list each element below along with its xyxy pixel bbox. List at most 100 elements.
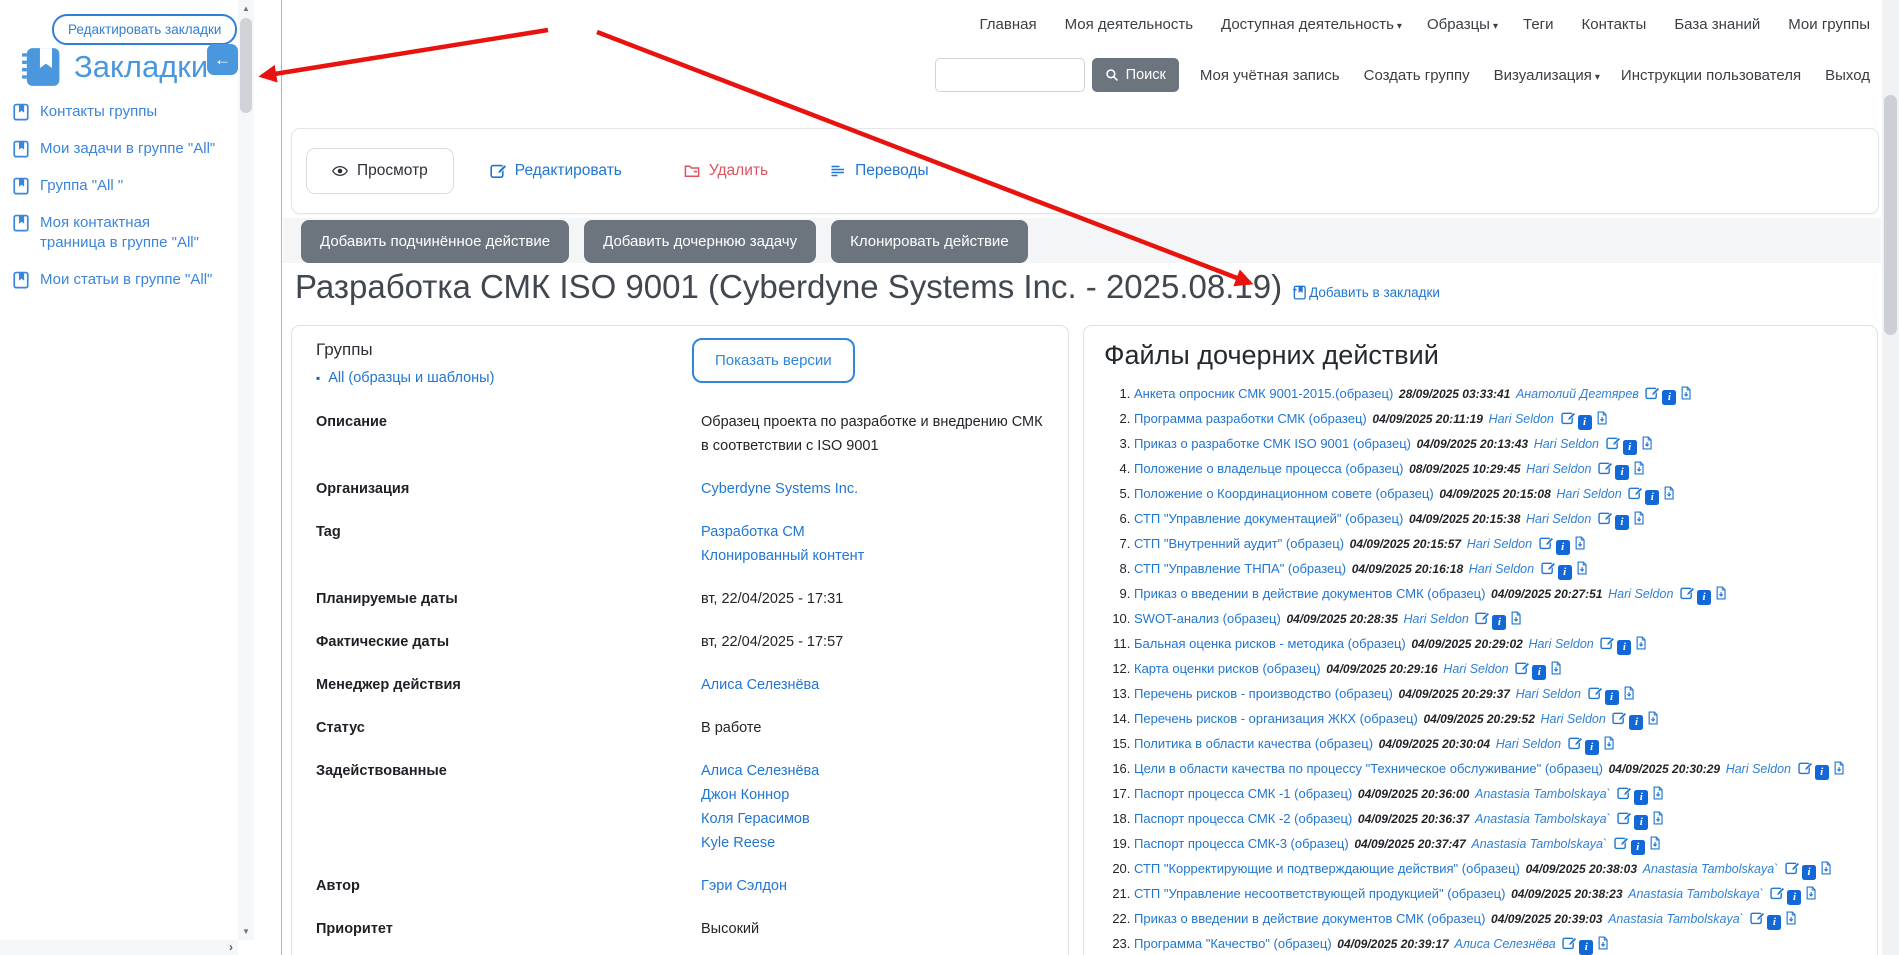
sidebar-bookmark-item[interactable]: Моя контактная транница в группе "All" [12,213,217,253]
info-icon[interactable]: i [1556,540,1570,555]
file-author-link[interactable]: Hari Seldon [1556,487,1621,501]
file-link[interactable]: Положение о владельце процесса (образец) [1134,461,1403,476]
info-icon[interactable]: i [1532,665,1546,680]
nav-contacts[interactable]: Контакты [1582,16,1650,33]
info-icon[interactable]: i [1645,490,1659,505]
info-icon[interactable]: i [1558,565,1572,580]
download-file-icon[interactable] [1648,836,1662,850]
detail-value-line[interactable]: Джон Коннор [701,783,819,807]
edit-icon[interactable] [1785,861,1799,875]
file-author-link[interactable]: Hari Seldon [1516,687,1581,701]
detail-value-line[interactable]: Клонированный контент [701,544,864,568]
search-button[interactable]: Поиск [1092,58,1179,92]
group-link[interactable]: All (образцы и шаблоны) [316,370,1044,386]
file-link[interactable]: Паспорт процесса СМК-3 (образец) [1134,836,1349,851]
nav-knowledge-base[interactable]: База знаний [1674,16,1763,33]
file-link[interactable]: SWOT-анализ (образец) [1134,611,1281,626]
nav-create-group[interactable]: Создать группу [1364,67,1473,84]
info-icon[interactable]: i [1634,815,1648,830]
file-author-link[interactable]: Анатолий Дегтярев [1516,387,1639,401]
action-button[interactable]: Добавить дочернюю задачу [584,220,816,263]
file-author-link[interactable]: Алиса Селезнёва [1454,937,1555,951]
info-icon[interactable]: i [1579,940,1593,955]
file-author-link[interactable]: Hari Seldon [1726,762,1791,776]
sidebar-vertical-scrollbar[interactable]: ▲ ▼ [238,0,254,940]
download-file-icon[interactable] [1819,861,1833,875]
download-file-icon[interactable] [1651,786,1665,800]
info-icon[interactable]: i [1585,740,1599,755]
edit-icon[interactable] [1628,486,1642,500]
info-icon[interactable]: i [1605,690,1619,705]
file-link[interactable]: Анкета опросник СМК 9001-2015.(образец) [1134,386,1393,401]
edit-icon[interactable] [1617,811,1631,825]
file-author-link[interactable]: Anastasia Tambolskaya` [1475,812,1611,826]
edit-icon[interactable] [1617,786,1631,800]
file-author-link[interactable]: Hari Seldon [1467,537,1532,551]
sidebar-bookmark-item[interactable]: Мои задачи в группе "All" [12,139,217,159]
file-link[interactable]: Бальная оценка рисков - методика (образе… [1134,636,1406,651]
file-author-link[interactable]: Anastasia Tambolskaya` [1471,837,1607,851]
file-author-link[interactable]: Hari Seldon [1528,637,1593,651]
download-file-icon[interactable] [1640,436,1654,450]
file-author-link[interactable]: Hari Seldon [1526,462,1591,476]
file-link[interactable]: Паспорт процесса СМК -2 (образец) [1134,811,1352,826]
detail-value-line[interactable]: Kyle Reese [701,831,819,855]
nav-my-activity[interactable]: Моя деятельность [1065,16,1196,33]
info-icon[interactable]: i [1767,915,1781,930]
file-link[interactable]: Перечень рисков - производство (образец) [1134,686,1393,701]
sidebar-bookmark-item[interactable]: Мои статьи в группе "All" [12,270,217,290]
file-author-link[interactable]: Anastasia Tambolskaya` [1628,887,1764,901]
action-button[interactable]: Добавить подчинённое действие [301,220,569,263]
file-author-link[interactable]: Hari Seldon [1541,712,1606,726]
detail-value-line[interactable]: Алиса Селезнёва [701,759,819,783]
search-input[interactable] [935,58,1085,92]
nav-visualization[interactable]: Визуализация▾ [1494,67,1600,84]
download-file-icon[interactable] [1784,911,1798,925]
tab-delete[interactable]: Удалить [658,148,794,194]
edit-icon[interactable] [1568,736,1582,750]
download-file-icon[interactable] [1634,636,1648,650]
download-file-icon[interactable] [1832,761,1846,775]
file-author-link[interactable]: Anastasia Tambolskaya` [1475,787,1611,801]
info-icon[interactable]: i [1623,440,1637,455]
detail-value-line[interactable]: Разработка СМ [701,520,864,544]
file-author-link[interactable]: Anastasia Tambolskaya` [1608,912,1744,926]
download-file-icon[interactable] [1632,511,1646,525]
download-file-icon[interactable] [1622,686,1636,700]
file-link[interactable]: СТП "Управление ТНПА" (образец) [1134,561,1346,576]
scroll-up-icon[interactable]: ▲ [238,4,254,13]
file-link[interactable]: СТП "Корректирующие и подтверждающие дей… [1134,861,1520,876]
download-file-icon[interactable] [1679,386,1693,400]
file-author-link[interactable]: Hari Seldon [1608,587,1673,601]
download-file-icon[interactable] [1646,711,1660,725]
info-icon[interactable]: i [1578,415,1592,430]
download-file-icon[interactable] [1602,736,1616,750]
edit-icon[interactable] [1612,711,1626,725]
download-file-icon[interactable] [1632,461,1646,475]
file-link[interactable]: СТП "Внутренний аудит" (образец) [1134,536,1344,551]
edit-icon[interactable] [1588,686,1602,700]
sidebar-bookmark-item[interactable]: Контакты группы [12,102,217,122]
file-author-link[interactable]: Hari Seldon [1443,662,1508,676]
file-author-link[interactable]: Hari Seldon [1496,737,1561,751]
file-author-link[interactable]: Hari Seldon [1404,612,1469,626]
edit-icon[interactable] [1598,461,1612,475]
file-author-link[interactable]: Anastasia Tambolskaya` [1643,862,1779,876]
detail-value-line[interactable]: Гэри Сэлдон [701,874,787,898]
info-icon[interactable]: i [1662,390,1676,405]
file-link[interactable]: Паспорт процесса СМК -1 (образец) [1134,786,1352,801]
file-link[interactable]: Политика в области качества (образец) [1134,736,1373,751]
detail-value-line[interactable]: Cyberdyne Systems Inc. [701,477,858,501]
page-scrollbar-thumb[interactable] [1884,95,1897,335]
download-file-icon[interactable] [1804,886,1818,900]
edit-icon[interactable] [1750,911,1764,925]
edit-icon[interactable] [1614,836,1628,850]
edit-icon[interactable] [1770,886,1784,900]
show-versions-button[interactable]: Показать версии [692,338,855,383]
edit-icon[interactable] [1598,511,1612,525]
collapse-drawer-button[interactable]: ← [207,44,238,75]
download-file-icon[interactable] [1714,586,1728,600]
sidebar-bookmark-item[interactable]: Группа "All " [12,176,217,196]
file-link[interactable]: СТП "Управление документацией" (образец) [1134,511,1403,526]
edit-icon[interactable] [1600,636,1614,650]
